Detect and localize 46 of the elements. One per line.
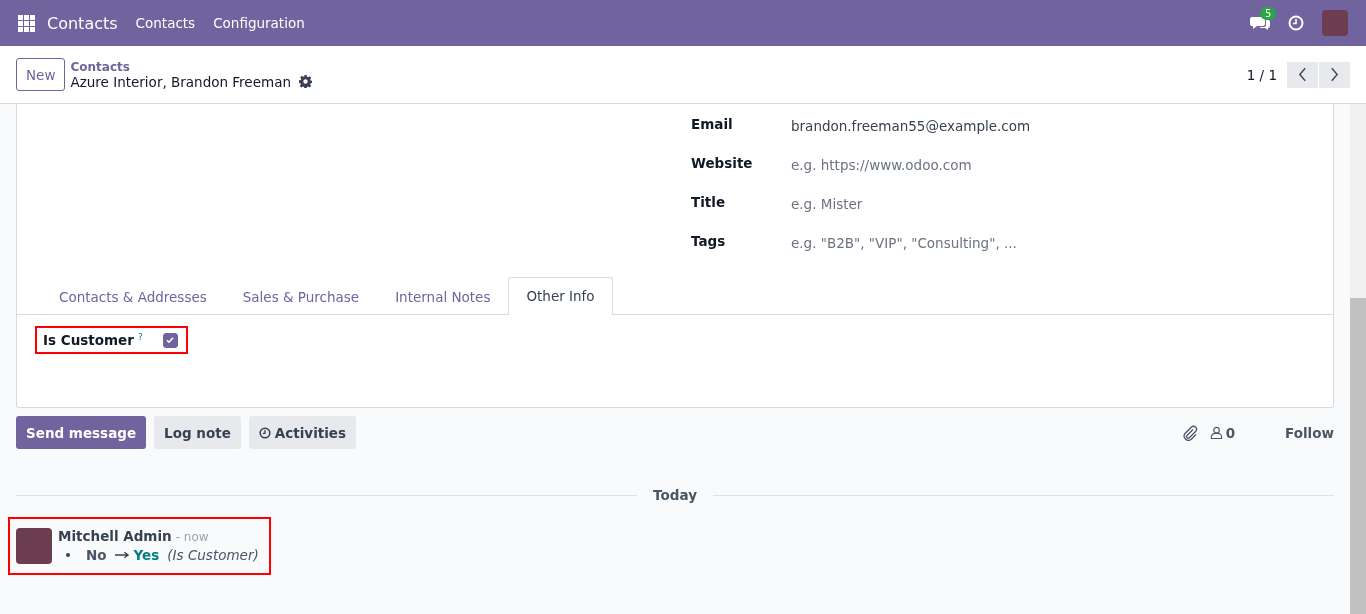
clock-icon[interactable] (1288, 15, 1304, 31)
new-button[interactable]: New (16, 58, 66, 91)
chat-icon[interactable] (1250, 15, 1270, 31)
email-link[interactable]: brandon.freeman55@example.com (791, 114, 1031, 134)
person-icon (1209, 426, 1223, 439)
message-time: - now (175, 530, 209, 544)
checkbox[interactable] (162, 332, 178, 348)
gear-icon[interactable] (298, 75, 312, 88)
tab[interactable]: Contacts & Addresses (41, 278, 225, 315)
arrow-icon (114, 551, 130, 559)
tab[interactable]: Sales & Purchase (224, 278, 378, 315)
pager-value: 1 / 1 (1246, 66, 1277, 83)
field-label: Title (691, 193, 727, 210)
tab[interactable]: Other Info (508, 277, 613, 315)
chevron-left-icon (1298, 67, 1307, 82)
next-button[interactable] (1319, 61, 1350, 88)
field-label: Website (691, 154, 754, 171)
checkmark-icon (165, 335, 176, 345)
message-count-badge: 5 (1260, 7, 1277, 20)
log-note-button[interactable]: Log note (154, 416, 241, 449)
scrollbar[interactable] (1350, 104, 1366, 614)
new-value: Yes (133, 547, 160, 563)
changed-field-name: (Is Customer) (167, 547, 259, 563)
record-title: Azure Interior, Brandon Freeman (70, 73, 291, 90)
field-label: Email (691, 115, 734, 132)
chevron-right-icon (1330, 67, 1339, 82)
bullet-icon (66, 553, 70, 557)
help-tooltip-mark[interactable]: ? (137, 332, 143, 342)
send-message-button[interactable]: Send message (16, 416, 147, 449)
follow-button[interactable]: Follow (1285, 424, 1334, 441)
tab[interactable]: Internal Notes (377, 278, 509, 315)
menu-item[interactable]: Configuration (213, 15, 305, 31)
app-name[interactable]: Contacts (47, 13, 118, 33)
field-label: Is Customer (43, 332, 134, 348)
grid-icon[interactable] (18, 14, 35, 32)
followers-button[interactable]: 0 (1209, 424, 1236, 441)
activities-button[interactable]: Activities (248, 416, 357, 449)
old-value: No (86, 547, 107, 563)
author-name[interactable]: Mitchell Admin (58, 528, 172, 544)
previous-button[interactable] (1287, 61, 1318, 88)
menu-item[interactable]: Contacts (135, 15, 196, 31)
field-label: Tags (691, 232, 727, 249)
breadcrumb-link[interactable]: Contacts (70, 59, 312, 74)
clock-icon (258, 426, 271, 439)
paperclip-icon[interactable] (1181, 424, 1198, 441)
date-separator: Today (653, 487, 697, 503)
